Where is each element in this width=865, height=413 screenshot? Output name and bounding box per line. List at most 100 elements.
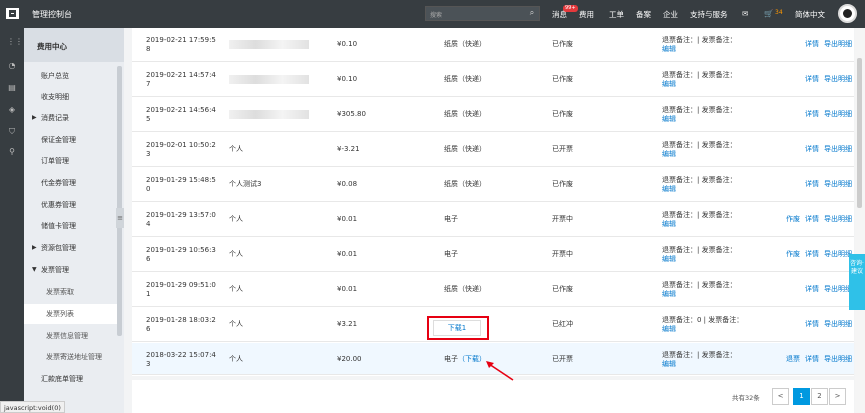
edit-remark-link[interactable]: 编辑 [662, 80, 752, 89]
sidebar-item-invoices[interactable]: ▼ 发票管理 [24, 260, 119, 280]
sidebar-item-account-overview[interactable]: 账户总览 [24, 66, 119, 86]
table-row: 2019-02-21 14:57:47 ¥0.10 纸质（快递） 已作废 退票备注：| … [132, 63, 854, 97]
edit-remark-link[interactable]: 编辑 [662, 290, 752, 299]
action-link[interactable]: 详情 [805, 75, 819, 83]
sidebar-item-deposit[interactable]: 保证金管理 [24, 130, 119, 150]
invoice-remark: 退票备注：| 发票备注： 编辑 [662, 246, 752, 264]
invoice-type-label: 纸质（快递） [444, 40, 486, 48]
network-icon[interactable]: ◈ [7, 106, 17, 114]
sidebar-scrollbar[interactable] [117, 66, 122, 336]
nav-tickets[interactable]: 工单 [609, 9, 624, 20]
sidebar-item-invoice-address[interactable]: 发票寄送地址管理 [24, 347, 119, 367]
sidebar-item-orders[interactable]: 订单管理 [24, 151, 119, 171]
invoice-time: 2019-02-21 17:59:58 [146, 36, 216, 53]
prev-page-button[interactable]: < [772, 388, 789, 405]
invoice-amount: ¥0.01 [337, 250, 358, 258]
nav-filing[interactable]: 备案 [636, 9, 651, 20]
action-link[interactable]: 详情 [805, 110, 819, 118]
action-link[interactable]: 详情 [805, 285, 819, 293]
sidebar-item-request-invoice[interactable]: 发票索取 [24, 282, 119, 302]
action-link[interactable]: 详情 [805, 40, 819, 48]
language-switch[interactable]: 简体中文 [795, 9, 825, 20]
sidebar-item-coupons[interactable]: 优惠券管理 [24, 195, 119, 215]
download-1-button[interactable]: 下载1 [433, 320, 481, 336]
row-actions: 作废 详情 导出明细 [742, 250, 852, 259]
mail-icon[interactable]: ✉ [742, 9, 748, 18]
sidebar-item-remittance[interactable]: 汇款底单管理 [24, 369, 119, 389]
status-bar-url: javascript:void(0) [0, 401, 65, 413]
invoice-remark: 退票备注：| 发票备注： 编辑 [662, 106, 752, 124]
page-1-button[interactable]: 1 [793, 388, 810, 405]
action-link[interactable]: 导出明细 [824, 285, 852, 293]
action-link[interactable]: 详情 [805, 320, 819, 328]
action-link[interactable]: 退票 [786, 355, 800, 363]
settings-icon[interactable]: ⚲ [7, 148, 17, 156]
sidebar-item-invoice-info[interactable]: 发票信息管理 [24, 326, 119, 346]
action-link[interactable]: 导出明细 [824, 180, 852, 188]
next-page-button[interactable]: > [829, 388, 846, 405]
action-link[interactable]: 导出明细 [824, 75, 852, 83]
action-link[interactable]: 导出明细 [824, 320, 852, 328]
console-title[interactable]: 管理控制台 [32, 9, 72, 20]
table-row: 2019-02-01 10:50:23 个人 ¥-3.21 纸质（快递） 已开票 退票备注… [132, 133, 854, 167]
action-link[interactable]: 导出明细 [824, 215, 852, 223]
shield-icon[interactable]: ⛉ [7, 128, 17, 136]
edit-remark-link[interactable]: 编辑 [662, 325, 752, 334]
nav-support[interactable]: 支持与服务 [690, 9, 728, 20]
table-row: 2019-02-21 14:56:45 ¥305.80 纸质（快递） 已作废 退票备注：… [132, 98, 854, 132]
nav-billing[interactable]: 费用 [579, 9, 594, 20]
cart-icon[interactable]: 🛒 [764, 9, 773, 18]
avatar[interactable] [838, 4, 857, 23]
edit-remark-link[interactable]: 编辑 [662, 255, 752, 264]
grid-icon[interactable]: ⋮⋮ [7, 38, 23, 46]
sidebar-item-invoice-list[interactable]: 发票列表 [24, 304, 119, 324]
sidebar-item-vouchers[interactable]: 代金券管理 [24, 173, 119, 193]
sidebar-item-resource-packs[interactable]: ▶ 资源包管理 [24, 238, 119, 258]
console-logo-icon[interactable] [6, 8, 19, 19]
invoice-type: 纸质（快递） [444, 110, 486, 119]
edit-remark-link[interactable]: 编辑 [662, 45, 752, 54]
invoice-type-label: 电子 [444, 250, 458, 258]
nav-enterprise[interactable]: 企业 [663, 9, 678, 20]
sidebar-header[interactable]: 费用中心 [24, 28, 124, 62]
table-row: 2019-01-29 10:56:36 个人 ¥0.01 电子 开票中 退票备注：| 发票… [132, 238, 854, 272]
edit-remark-link[interactable]: 编辑 [662, 115, 752, 124]
action-link[interactable]: 作废 [786, 215, 800, 223]
action-link[interactable]: 导出明细 [824, 110, 852, 118]
invoice-time: 2019-02-01 10:50:23 [146, 141, 216, 158]
search-icon[interactable]: ⌕ [524, 6, 540, 21]
edit-remark-link[interactable]: 编辑 [662, 150, 752, 159]
cloud-icon[interactable]: ◔ [7, 62, 17, 70]
invoice-type: 纸质（快递） [444, 75, 486, 84]
invoice-type: 纸质（快递） [444, 180, 486, 189]
action-link[interactable]: 导出明细 [824, 40, 852, 48]
action-link[interactable]: 详情 [805, 180, 819, 188]
sidebar-item-consumption[interactable]: ▶ 消费记录 [24, 108, 119, 128]
invoice-time: 2019-01-28 18:03:26 [146, 316, 216, 333]
page-scrollbar[interactable] [855, 28, 865, 413]
invoice-amount: ¥3.21 [337, 320, 358, 328]
edit-remark-link[interactable]: 编辑 [662, 220, 752, 229]
action-link[interactable]: 导出明细 [824, 145, 852, 153]
edit-remark-link[interactable]: 编辑 [662, 185, 752, 194]
invoice-remark: 退票备注：| 发票备注： 编辑 [662, 211, 752, 229]
sidebar-collapse-toggle[interactable]: ≡ [116, 208, 124, 228]
action-link[interactable]: 导出明细 [824, 355, 852, 363]
edit-remark-link[interactable]: 编辑 [662, 360, 752, 369]
sidebar-item-stored-value[interactable]: 储值卡管理 [24, 216, 119, 236]
feedback-float-button[interactable]: 咨询·建议 [849, 254, 865, 310]
cart-count: 34 [775, 9, 783, 16]
download-link[interactable]: （下载） [458, 355, 486, 363]
invoice-time: 2019-02-21 14:56:45 [146, 106, 216, 123]
invoice-time: 2019-01-29 10:56:36 [146, 246, 216, 263]
action-link[interactable]: 详情 [805, 215, 819, 223]
action-link[interactable]: 详情 [805, 145, 819, 153]
server-icon[interactable]: ▤ [7, 84, 17, 92]
action-link[interactable]: 详情 [805, 355, 819, 363]
page-2-button[interactable]: 2 [811, 388, 828, 405]
action-link[interactable]: 作废 [786, 250, 800, 258]
action-link[interactable]: 导出明细 [824, 250, 852, 258]
search-input[interactable]: 搜索 [425, 6, 540, 21]
action-link[interactable]: 详情 [805, 250, 819, 258]
sidebar-item-transactions[interactable]: 收支明细 [24, 87, 119, 107]
